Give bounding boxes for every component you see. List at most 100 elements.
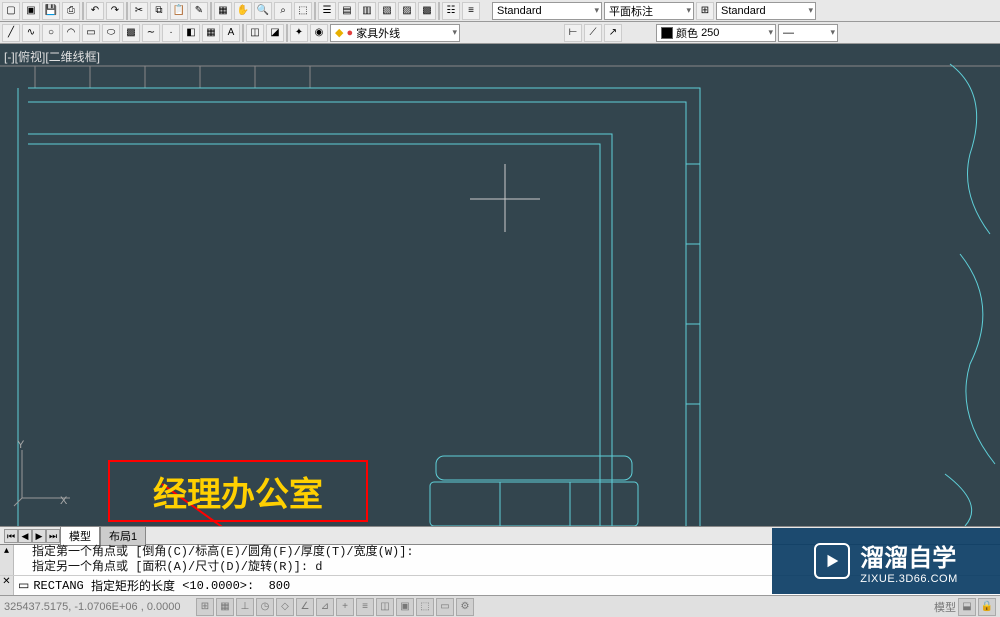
zoom-icon[interactable]: 🔍 (254, 2, 272, 20)
dim-icon[interactable]: ⊞ (696, 2, 714, 20)
design-center-icon[interactable]: ▤ (338, 2, 356, 20)
zoom-extents-icon[interactable]: ⌕ (274, 2, 292, 20)
cursor-crosshair (470, 164, 540, 232)
layers-icon[interactable]: ≡ (462, 2, 480, 20)
ortho-icon[interactable]: ⊥ (236, 598, 254, 616)
layer-state-icon[interactable]: ✦ (290, 24, 308, 42)
block-icon[interactable]: ▦ (214, 2, 232, 20)
text-style-dropdown[interactable]: Standard (492, 2, 602, 20)
qp-icon[interactable]: ▣ (396, 598, 414, 616)
undo-icon[interactable]: ↶ (86, 2, 104, 20)
redo-icon[interactable]: ↷ (106, 2, 124, 20)
floorplan-svg: X Y (0, 44, 1000, 526)
lineweight-dropdown[interactable]: — (778, 24, 838, 42)
tab-layout1[interactable]: 布局1 (100, 526, 146, 546)
separator (286, 24, 288, 42)
point-icon[interactable]: · (162, 24, 180, 42)
quick-access-toolbar: ▢ ▣ 💾 ⎙ ↶ ↷ ✂ ⧉ 📋 ✎ ▦ ✋ 🔍 ⌕ ⬚ ☰ ▤ ▥ ▧ ▨ … (0, 0, 1000, 22)
tab-next-icon[interactable]: ▶ (32, 529, 46, 543)
cmd-scroll-up-icon[interactable]: ▴ (0, 545, 14, 575)
tab-prev-icon[interactable]: ◀ (18, 529, 32, 543)
copy-icon[interactable]: ⧉ (150, 2, 168, 20)
view-label[interactable]: [-][俯视][二维线框] (4, 48, 100, 65)
cmd-input[interactable]: 800 (269, 579, 309, 593)
lock-icon[interactable]: 🔒 (978, 598, 996, 616)
mtext-icon[interactable]: A (222, 24, 240, 42)
make-block-icon[interactable]: ◪ (266, 24, 284, 42)
match-icon[interactable]: ✎ (190, 2, 208, 20)
transparency-icon[interactable]: ◫ (376, 598, 394, 616)
status-bar: 325437.5175, -1.0706E+06 , 0.0000 ⊞ ▦ ⊥ … (0, 595, 1000, 617)
paste-icon[interactable]: 📋 (170, 2, 188, 20)
zoom-window-icon[interactable]: ⬚ (294, 2, 312, 20)
polar-icon[interactable]: ◷ (256, 598, 274, 616)
tool-palette-icon[interactable]: ▥ (358, 2, 376, 20)
polyline-icon[interactable]: ∿ (22, 24, 40, 42)
layer-name: 家具外线 (356, 25, 400, 41)
hatch-icon[interactable]: ▩ (122, 24, 140, 42)
ellipse-icon[interactable]: ⬭ (102, 24, 120, 42)
cmd-default: <10.0000>: (182, 579, 254, 593)
otrack-icon[interactable]: ∠ (296, 598, 314, 616)
line-icon[interactable]: ╱ (2, 24, 20, 42)
color-label: 颜色 (676, 25, 698, 41)
rectangle-icon[interactable]: ▭ (82, 24, 100, 42)
dim-linear-icon[interactable]: ⊢ (564, 24, 582, 42)
coordinate-readout: 325437.5175, -1.0706E+06 , 0.0000 (4, 601, 194, 613)
arc-icon[interactable]: ◠ (62, 24, 80, 42)
dim-style-dropdown[interactable]: 平面标注 (604, 2, 694, 20)
save-icon[interactable]: 💾 (42, 2, 60, 20)
grid-icon[interactable]: ▦ (216, 598, 234, 616)
table-style-dropdown[interactable]: Standard (716, 2, 816, 20)
draw-modify-toolbar: ╱ ∿ ○ ◠ ▭ ⬭ ▩ ∼ · ◧ ▦ A ◫ ◪ ✦ ◉ ◆ ● 家具外线… (0, 22, 1000, 44)
color-dropdown[interactable]: 颜色 250 (656, 24, 776, 42)
cut-icon[interactable]: ✂ (130, 2, 148, 20)
cmd-prompt-icon: ▭ (18, 578, 29, 593)
dyn-icon[interactable]: + (336, 598, 354, 616)
tab-first-icon[interactable]: ⏮ (4, 529, 18, 543)
sc-icon[interactable]: ⬚ (416, 598, 434, 616)
separator (314, 2, 316, 20)
new-icon[interactable]: ▢ (2, 2, 20, 20)
markup-icon[interactable]: ▨ (398, 2, 416, 20)
brand-title: 溜溜自学 (860, 538, 957, 573)
cmd-close-icon[interactable]: ✕ (0, 576, 14, 595)
brand-watermark: 溜溜自学 ZIXUE.3D66.COM (772, 528, 1000, 594)
layer-dropdown[interactable]: ◆ ● 家具外线 (330, 24, 460, 42)
region-icon[interactable]: ◧ (182, 24, 200, 42)
calc-icon[interactable]: ▩ (418, 2, 436, 20)
ucs-x: X (60, 495, 68, 507)
tab-last-icon[interactable]: ⏭ (46, 529, 60, 543)
workspace-icon[interactable]: ⬓ (958, 598, 976, 616)
spline-icon[interactable]: ∼ (142, 24, 160, 42)
separator (126, 2, 128, 20)
circle-icon[interactable]: ○ (42, 24, 60, 42)
separator (210, 2, 212, 20)
room-label: 经理办公室 (153, 467, 323, 516)
open-icon[interactable]: ▣ (22, 2, 40, 20)
snap-icon[interactable]: ⊞ (196, 598, 214, 616)
status-model[interactable]: 模型 (934, 599, 956, 615)
pan-icon[interactable]: ✋ (234, 2, 252, 20)
ducs-icon[interactable]: ⊿ (316, 598, 334, 616)
print-icon[interactable]: ⎙ (62, 2, 80, 20)
insert-block-icon[interactable]: ◫ (246, 24, 264, 42)
layer-props-icon[interactable]: ☷ (442, 2, 460, 20)
play-icon (814, 543, 850, 579)
sheet-set-icon[interactable]: ▧ (378, 2, 396, 20)
drawing-canvas[interactable]: [-][俯视][二维线框] (0, 44, 1000, 526)
separator (82, 2, 84, 20)
lwt-icon[interactable]: ≡ (356, 598, 374, 616)
properties-icon[interactable]: ☰ (318, 2, 336, 20)
layer-iso-icon[interactable]: ◉ (310, 24, 328, 42)
model-paper-icon[interactable]: ▭ (436, 598, 454, 616)
annotation-icon[interactable]: ⚙ (456, 598, 474, 616)
tab-model[interactable]: 模型 (60, 526, 100, 546)
cmd-prompt-text: 指定矩形的长度 (91, 577, 175, 594)
separator (438, 2, 440, 20)
table-icon[interactable]: ▦ (202, 24, 220, 42)
leader-icon[interactable]: ↗ (604, 24, 622, 42)
osnap-icon[interactable]: ◇ (276, 598, 294, 616)
dim-aligned-icon[interactable]: ⟋ (584, 24, 602, 42)
ucs-y: Y (17, 439, 25, 451)
